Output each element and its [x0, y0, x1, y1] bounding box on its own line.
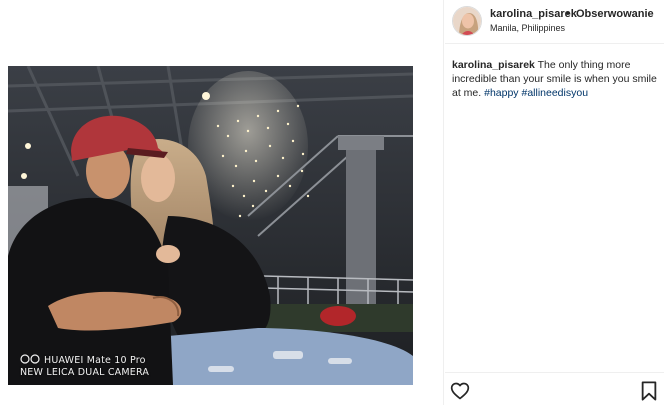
avatar[interactable] [452, 6, 482, 36]
media-pane: HUAWEI Mate 10 Pro NEW LEICA DUAL CAMERA [0, 0, 444, 405]
hashtag-happy[interactable]: #happy [484, 87, 518, 99]
avatar-photo-icon [453, 7, 481, 35]
post-caption: karolina_pisarek The only thing more inc… [452, 58, 658, 100]
camera-watermark: HUAWEI Mate 10 Pro NEW LEICA DUAL CAMERA [20, 354, 149, 379]
photo-illustration [8, 66, 413, 385]
like-button[interactable] [450, 381, 470, 401]
action-bar [445, 372, 664, 405]
post-photo[interactable]: HUAWEI Mate 10 Pro NEW LEICA DUAL CAMERA [8, 66, 413, 385]
watermark-line1: HUAWEI Mate 10 Pro [44, 355, 146, 366]
heart-outline-icon [450, 382, 470, 400]
caption-username[interactable]: karolina_pisarek [452, 59, 535, 71]
following-button[interactable]: Obserwowanie [576, 8, 654, 20]
watermark-line2: NEW LEICA DUAL CAMERA [20, 367, 150, 378]
save-button[interactable] [640, 381, 658, 401]
bookmark-outline-icon [641, 381, 657, 401]
post-location[interactable]: Manila, Philippines [490, 23, 565, 33]
instagram-post: HUAWEI Mate 10 Pro NEW LEICA DUAL CAMERA… [0, 0, 664, 405]
leica-rings-icon [20, 354, 42, 364]
hashtag-allineedisyou[interactable]: #allineedisyou [521, 87, 588, 99]
post-header: karolina_pisarek • Obserwowanie Manila, … [445, 0, 664, 44]
separator-dot: • [566, 8, 570, 20]
author-username[interactable]: karolina_pisarek [490, 8, 577, 20]
